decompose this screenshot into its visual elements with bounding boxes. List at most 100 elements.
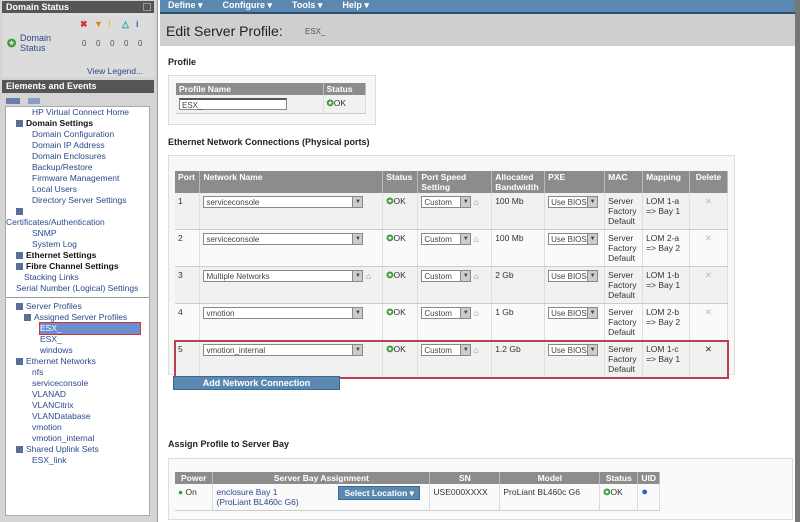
tree-item[interactable]: ESX_ [6, 334, 149, 345]
edit-speed-icon[interactable]: ⌂ [471, 271, 479, 281]
tree-item[interactable]: Stacking Links [6, 272, 149, 283]
tree-item[interactable]: Ethernet Networks [6, 356, 149, 367]
tree-item[interactable]: Server Profiles [6, 301, 149, 312]
allocated-bandwidth: 100 Mb [495, 233, 524, 243]
delete-icon[interactable]: ✕ [705, 196, 712, 206]
tree-item[interactable] [6, 206, 149, 217]
tree-item[interactable]: VLANCitrix [6, 400, 149, 411]
tree-item[interactable]: SNMP [6, 228, 149, 239]
major-icon: ▼ [94, 19, 103, 29]
tree-item[interactable]: Domain Settings [6, 118, 149, 129]
port-number: 2 [178, 233, 183, 243]
pxe-select[interactable]: Use BIOS ▼ [548, 307, 599, 319]
port-speed-value: Custom [424, 346, 452, 355]
network-name-select[interactable]: Multiple Networks ▼ [203, 270, 364, 282]
tree-item[interactable]: Domain IP Address [6, 140, 149, 151]
tree-item[interactable]: vmotion_internal [6, 433, 149, 444]
edit-speed-icon[interactable]: ⌂ [471, 308, 479, 318]
tree-item[interactable]: ESX_link [6, 455, 149, 466]
tree-item[interactable]: VLANAD [6, 389, 149, 400]
delete-icon[interactable]: ✕ [705, 270, 712, 280]
expand-icon[interactable] [16, 358, 23, 366]
delete-icon[interactable]: ✕ [705, 344, 712, 354]
tree-item[interactable]: Assigned Server Profiles [6, 312, 149, 323]
pxe-select[interactable]: Use BIOS ▼ [548, 233, 599, 245]
left-panel: Domain Status ✪ Domain Status ✖ 0 ▼ 0! 0 △ 0 i 0… [0, 0, 158, 522]
tree-item[interactable]: Ethernet Settings [6, 250, 149, 261]
tree-item-label: Ethernet Networks [26, 356, 96, 366]
tree-item[interactable]: ESX_ [6, 322, 149, 335]
edit-speed-icon[interactable]: ⌂ [471, 197, 479, 207]
tree-item-label: ESX_link [32, 455, 67, 465]
server-bay-model-link[interactable]: (ProLiant BL460c G6) [216, 497, 298, 507]
port-number: 3 [178, 270, 183, 280]
tree-item[interactable]: windows [6, 345, 149, 356]
tree-item[interactable]: Firmware Management [6, 173, 149, 184]
elements-events-header: Elements and Events [2, 80, 154, 93]
tree-item[interactable]: Local Users [6, 184, 149, 195]
column-header: Status [599, 472, 639, 484]
server-bay-link[interactable]: enclosure Bay 1 [216, 487, 277, 497]
expand-icon[interactable] [16, 303, 23, 311]
mac-address: Server Factory Default [608, 307, 637, 337]
port-speed-select[interactable]: Custom ▼ [421, 270, 472, 282]
tree-item-label: SNMP [32, 228, 57, 238]
tree-item[interactable]: Backup/Restore [6, 162, 149, 173]
expand-icon[interactable] [16, 263, 23, 271]
port-speed-select[interactable]: Custom ▼ [421, 344, 472, 356]
menu-help[interactable]: Help ▾ [342, 0, 369, 10]
edit-speed-icon[interactable]: ⌂ [471, 234, 479, 244]
port-speed-select[interactable]: Custom ▼ [421, 233, 472, 245]
add-network-connection-button[interactable]: Add Network Connection [173, 376, 340, 390]
tree-item[interactable]: vmotion [6, 422, 149, 433]
domain-status-link[interactable]: Domain Status [20, 33, 60, 53]
tree-item[interactable]: VLANDatabase [6, 411, 149, 422]
scrollbar[interactable] [795, 0, 800, 522]
network-name-select[interactable]: serviceconsole ▼ [203, 196, 364, 208]
profile-name-input[interactable]: ESX_ [179, 98, 287, 110]
view-legend-link[interactable]: View Legend... [87, 66, 143, 76]
delete-icon[interactable]: ✕ [705, 233, 712, 243]
select-location-button[interactable]: Select Location ▾ [338, 486, 420, 500]
collapse-all-icon[interactable] [28, 98, 40, 104]
expand-icon[interactable] [16, 208, 23, 216]
edit-speed-icon[interactable]: ⌂ [471, 345, 479, 355]
expand-icon[interactable] [16, 446, 23, 454]
tree-item[interactable]: HP Virtual Connect Home [6, 107, 149, 118]
connection-row: 3 Multiple Networks ▼ ⌂ ✪OK Custom ▼ ⌂ 2 Gb Use… [175, 266, 729, 304]
expand-icon[interactable] [24, 314, 31, 322]
tree-item[interactable]: System Log [6, 239, 149, 250]
network-name-select[interactable]: serviceconsole ▼ [203, 233, 364, 245]
tree-item[interactable]: Shared Uplink Sets [6, 444, 149, 455]
expand-icon[interactable] [16, 120, 23, 128]
edit-networks-icon[interactable]: ⌂ [363, 271, 371, 281]
expand-icon[interactable] [16, 252, 23, 260]
tree-item[interactable]: Fibre Channel Settings [6, 261, 149, 272]
delete-icon[interactable]: ✕ [705, 307, 712, 317]
column-header: Allocated Bandwidth [491, 171, 546, 193]
network-name-select[interactable]: vmotion ▼ [203, 307, 364, 319]
network-name-select[interactable]: vmotion_internal ▼ [203, 344, 364, 356]
tree-item[interactable]: Domain Configuration [6, 129, 149, 140]
menu-define[interactable]: Define ▾ [168, 0, 203, 10]
expand-all-icon[interactable] [6, 98, 20, 104]
tree-item-label: Assigned Server Profiles [34, 312, 128, 322]
port-speed-select[interactable]: Custom ▼ [421, 196, 472, 208]
tree-item[interactable]: Serial Number (Logical) Settings [6, 283, 149, 294]
tree-item[interactable]: nfs [6, 367, 149, 378]
uid-icon[interactable]: ● [641, 486, 648, 498]
tree-item[interactable]: Certificates/Authentication [6, 217, 149, 228]
menu-configure[interactable]: Configure ▾ [223, 0, 273, 10]
tree-item[interactable]: Directory Server Settings [6, 195, 149, 206]
pxe-select[interactable]: Use BIOS ▼ [548, 344, 599, 356]
port-mapping: LOM 2-a => Bay 2 [646, 233, 681, 253]
port-speed-select[interactable]: Custom ▼ [421, 307, 472, 319]
tree-item[interactable]: Domain Enclosures [6, 151, 149, 162]
tree-item[interactable]: serviceconsole [6, 378, 149, 389]
collapse-icon[interactable] [143, 3, 151, 11]
pxe-select[interactable]: Use BIOS ▼ [548, 196, 599, 208]
menu-tools[interactable]: Tools ▾ [292, 0, 322, 10]
column-header: Network Name [199, 171, 384, 193]
dropdown-arrow-icon: ▼ [587, 234, 598, 244]
pxe-select[interactable]: Use BIOS ▼ [548, 270, 599, 282]
